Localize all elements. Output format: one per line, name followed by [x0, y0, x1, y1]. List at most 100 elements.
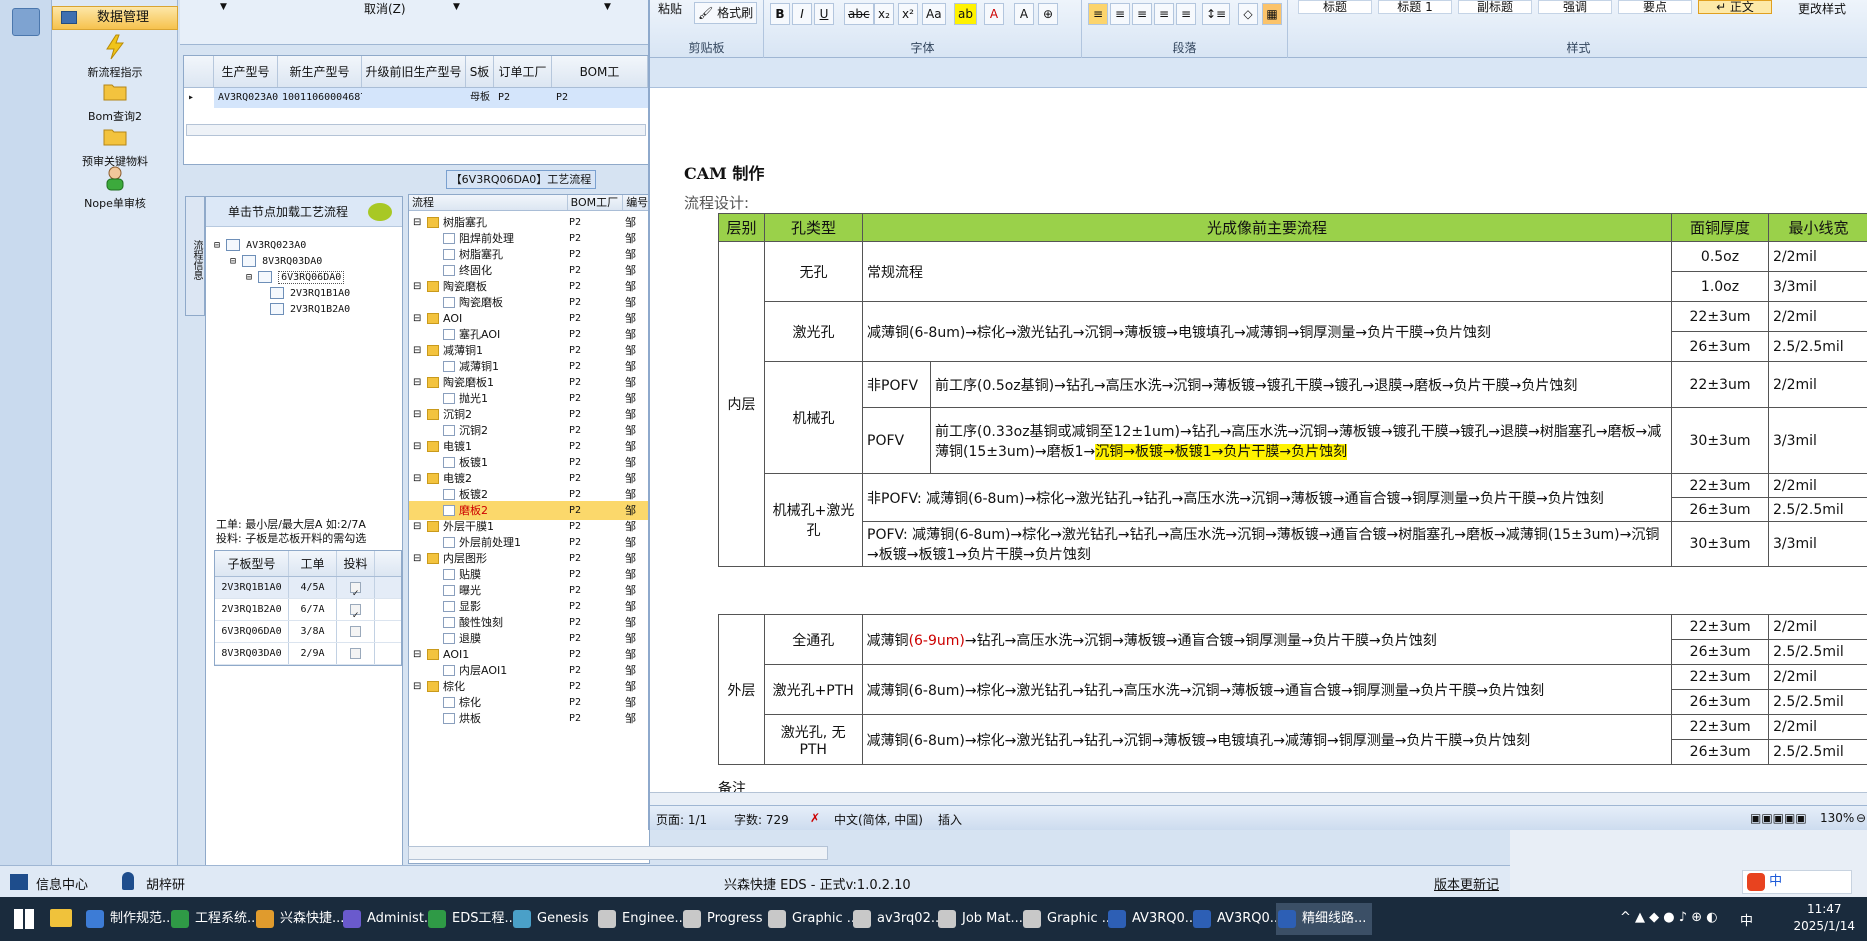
nav-item-key-material[interactable]: 预审关键物料 [52, 123, 178, 169]
bold-button[interactable]: B [770, 3, 790, 25]
checkbox-box[interactable] [350, 647, 361, 659]
horizontal-scrollbar[interactable] [408, 846, 828, 860]
change-case-button[interactable]: Aa [922, 3, 946, 25]
col-header[interactable]: 编号 [623, 195, 649, 210]
change-styles-button[interactable]: 更改样式 [1798, 0, 1846, 17]
table-cell[interactable]: AV3RQ023A0 [214, 88, 278, 108]
dropdown-arrow-icon[interactable]: ▼ [604, 2, 611, 12]
format-painter-button[interactable]: 🖌 格式刷 [694, 2, 758, 24]
table-row[interactable]: ▸ AV3RQ023A0 10011060004687 母板 P2 P2 [184, 88, 649, 108]
align-left-icon[interactable]: ≡ [1088, 3, 1108, 25]
tree-node[interactable]: ⊟ 6V3RQ06DA0 [246, 271, 345, 284]
view-buttons-icon[interactable]: ▣▣▣▣▣ [1750, 811, 1807, 825]
page-count[interactable]: 页面: 1/1 [656, 811, 707, 828]
col-header[interactable]: 新生产型号 [278, 56, 362, 87]
checkbox[interactable]: ✓ [337, 599, 375, 621]
col-header[interactable]: 订单工厂 [494, 56, 552, 87]
taskbar-item[interactable]: Graphic ... [1021, 903, 1114, 935]
highlight-icon[interactable]: ab [954, 3, 977, 25]
strikethrough-button[interactable]: abc [844, 3, 874, 25]
table-row[interactable]: 8V3RQ03DA0 2/9A [215, 643, 401, 665]
tray-icons[interactable]: ^ ▲ ◆ ● ♪ ⊕ ◐ [1620, 910, 1718, 925]
taskbar-item[interactable]: Administ... [341, 903, 436, 935]
flow-tab[interactable]: 【6V3RQ06DA0】工艺流程 [446, 170, 596, 189]
col-header[interactable]: S板 [466, 56, 494, 87]
style-normal[interactable]: ↵ 正文 [1698, 0, 1772, 14]
grid-scrollbar[interactable] [186, 124, 646, 136]
taskbar-item[interactable]: Graphic ... [766, 903, 859, 935]
align-right-icon[interactable]: ≡ [1132, 3, 1152, 25]
table-cell[interactable]: 母板 [466, 88, 494, 108]
checkbox-box[interactable] [350, 625, 361, 637]
superscript-button[interactable]: x² [898, 3, 918, 25]
enclose-char-icon[interactable]: ⊕ [1038, 3, 1058, 25]
dropdown-arrow-icon[interactable]: ▼ [453, 2, 460, 12]
ime-indicator[interactable]: 中 [1740, 910, 1753, 929]
taskbar-item[interactable]: 制作规范... [84, 903, 174, 935]
nav-item-nope-review[interactable]: Nope单审核 [52, 165, 178, 211]
collapse-icon[interactable]: ⊟ [230, 256, 236, 267]
taskbar-item[interactable]: Progress [681, 903, 765, 935]
col-header[interactable]: BOM工厂 [568, 195, 624, 210]
taskbar-item[interactable]: AV3RQ0... [1106, 903, 1197, 935]
file-explorer-icon[interactable] [50, 909, 72, 927]
taskbar-item[interactable]: Job Mat... [936, 903, 1023, 935]
table-cell[interactable]: 10011060004687 [278, 88, 362, 108]
dropdown-arrow-icon[interactable]: ▼ [220, 2, 227, 12]
col-header[interactable]: 流程 [409, 195, 568, 210]
taskbar-item[interactable]: Enginee... [596, 903, 687, 935]
taskbar-item[interactable]: av3rq02... [851, 903, 943, 935]
line-spacing-icon[interactable]: ↕≡ [1202, 3, 1231, 25]
italic-button[interactable]: I [792, 3, 812, 25]
ime-toolbar[interactable]: 中 [1742, 870, 1852, 894]
tree-node[interactable]: 2V3RQ1B1A0 [270, 287, 350, 299]
checkbox[interactable]: ✓ [337, 577, 375, 599]
table-row[interactable]: 2V3RQ1B2A0 6/7A ✓ [215, 599, 401, 621]
tree-node[interactable]: ⊟ AV3RQ023A0 [214, 239, 306, 251]
style-key-point[interactable]: 要点 [1618, 0, 1692, 14]
style-heading[interactable]: 标题 [1298, 0, 1372, 14]
col-header[interactable]: BOM工 [552, 56, 648, 87]
table-cell[interactable]: 8V3RQ03DA0 [215, 643, 289, 664]
col-header[interactable]: 子板型号 [215, 551, 289, 576]
font-color-icon[interactable]: A [984, 3, 1004, 25]
word-count[interactable]: 字数: 729 [734, 811, 789, 828]
justify-icon[interactable]: ≡ [1154, 3, 1174, 25]
char-shading-icon[interactable]: A [1014, 3, 1034, 25]
table-row[interactable]: 6V3RQ06DA0 3/8A [215, 621, 401, 643]
doc-horizontal-scrollbar[interactable] [650, 792, 1867, 805]
align-center-icon[interactable]: ≡ [1110, 3, 1130, 25]
windows-start-icon[interactable] [14, 909, 34, 929]
col-header[interactable]: 升级前旧生产型号 [362, 56, 466, 87]
checkbox[interactable] [337, 643, 375, 664]
checkbox[interactable] [337, 621, 375, 642]
distribute-icon[interactable]: ≡ [1176, 3, 1196, 25]
subscript-button[interactable]: x₂ [874, 3, 894, 25]
zoom-out-icon[interactable]: ⊖ [1856, 811, 1866, 825]
table-row[interactable]: 2V3RQ1B1A0 4/5A ✓ [215, 577, 401, 599]
zoom-level[interactable]: 130% [1820, 811, 1854, 825]
table-cell[interactable]: 3/8A [289, 621, 337, 642]
table-cell[interactable]: P2 [552, 88, 648, 108]
border-icon[interactable]: ▦ [1262, 3, 1282, 25]
table-cell[interactable]: 6/7A [289, 599, 337, 620]
collapse-icon[interactable]: ⊟ [214, 240, 220, 251]
nav-header[interactable]: 数据管理 [52, 6, 178, 30]
language-indicator[interactable]: 中文(简体, 中国) [834, 811, 923, 828]
taskbar-item[interactable]: AV3RQ0... [1191, 903, 1282, 935]
style-emphasis[interactable]: 强调 [1538, 0, 1612, 14]
col-header[interactable]: 生产型号 [214, 56, 278, 87]
collapse-icon[interactable]: ⊟ [246, 272, 252, 283]
nav-item-bom-query[interactable]: Bom查询2 [52, 78, 178, 124]
clock[interactable]: 11:47 2025/1/14 [1793, 901, 1855, 935]
checkbox-box[interactable]: ✓ [350, 603, 361, 621]
tree-node[interactable]: 2V3RQ1B2A0 [270, 303, 350, 315]
taskbar-item[interactable]: 兴森快捷... [254, 903, 344, 935]
tree-node[interactable]: ⊟ 8V3RQ03DA0 [230, 255, 322, 267]
table-cell[interactable]: 2V3RQ1B1A0 [215, 577, 289, 598]
col-header[interactable]: 投料 [337, 551, 375, 576]
table-cell[interactable] [362, 88, 466, 108]
cancel-button[interactable]: 取消(Z) [364, 0, 406, 17]
paste-button[interactable]: 粘贴 [658, 0, 682, 17]
vertical-tab[interactable]: 流程信息 [185, 196, 205, 316]
